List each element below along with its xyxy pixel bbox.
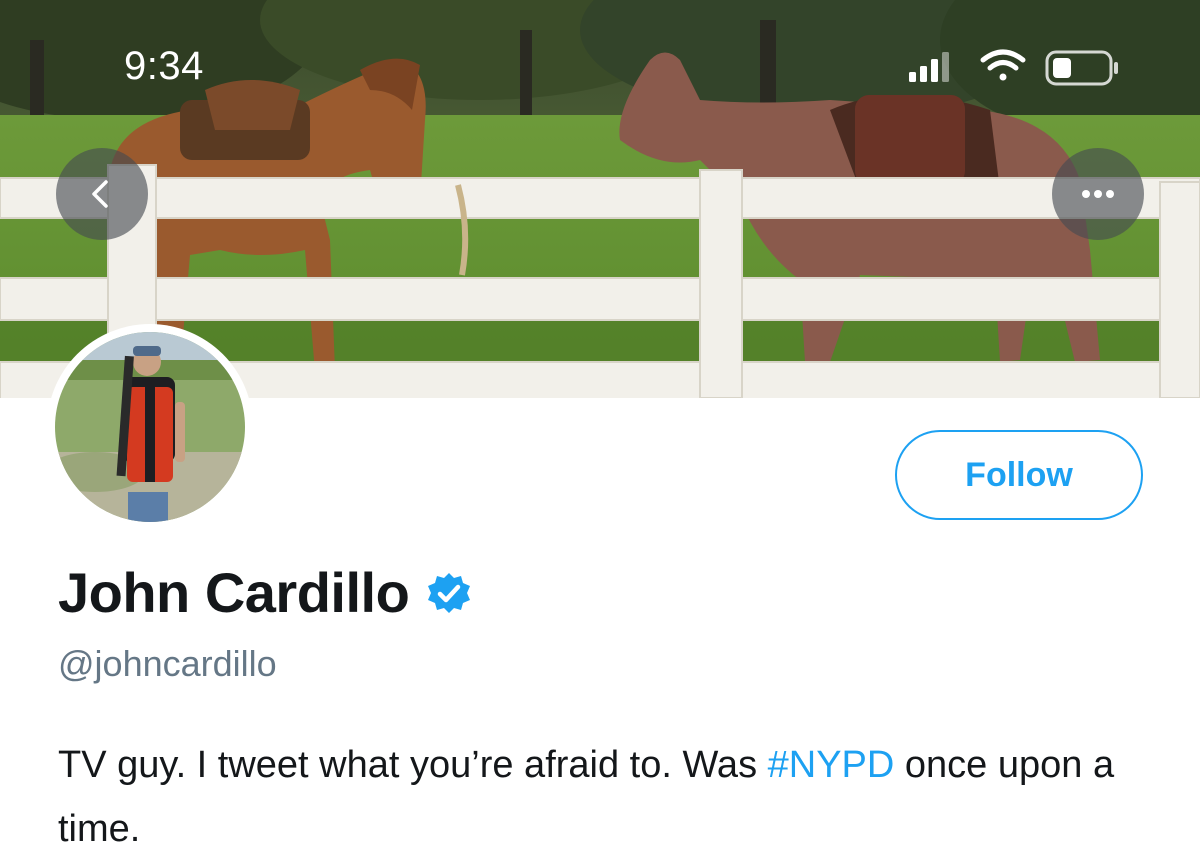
more-horizontal-icon <box>1082 190 1114 198</box>
more-options-button[interactable] <box>1052 148 1144 240</box>
verified-badge-icon <box>428 572 471 613</box>
username-handle: @johncardillo <box>58 643 277 684</box>
bio-hashtag-link[interactable]: #NYPD <box>768 744 895 786</box>
profile-bio: TV guy. I tweet what you’re afraid to. W… <box>58 733 1158 861</box>
status-icons <box>905 46 1125 92</box>
status-time: 9:34 <box>124 44 204 88</box>
bio-text: TV guy. I tweet what you’re afraid to. W… <box>58 744 768 786</box>
battery-icon <box>1045 50 1118 86</box>
chevron-left-icon <box>92 180 108 208</box>
name-row: John Cardillo <box>58 560 473 625</box>
display-name: John Cardillo <box>58 561 410 624</box>
back-button[interactable] <box>56 148 148 240</box>
wifi-icon <box>980 49 1026 81</box>
avatar-photo <box>55 332 245 522</box>
signal-icon <box>909 52 949 82</box>
follow-button[interactable]: Follow <box>895 430 1143 520</box>
avatar[interactable] <box>47 324 253 530</box>
